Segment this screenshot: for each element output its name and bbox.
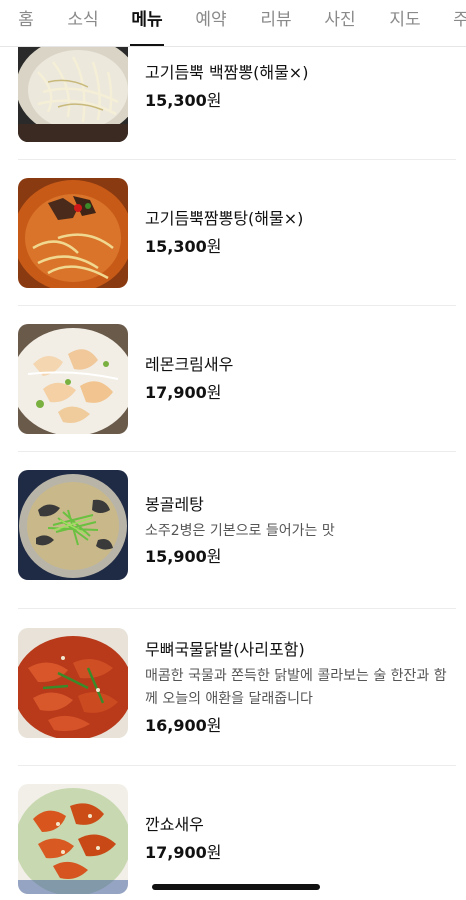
tab-news[interactable]: 소식	[66, 8, 100, 46]
menu-list: 고기듬뿍 백짬뽕(해물×) 15,300원 고기듬뿍짬뽕탕(해물×) 15,30…	[0, 0, 466, 900]
menu-description: 매콤한 국물과 쫀득한 닭발에 콜라보는 술 한잔과 함께 오늘의 애환을 달래…	[145, 668, 447, 707]
menu-name: 고기듬뿍 백짬뽕(해물×)	[145, 63, 309, 82]
menu-item-kkanshow-shrimp[interactable]: 깐쇼새우 17,900원	[0, 766, 466, 900]
tab-map[interactable]: 지도	[388, 8, 422, 46]
tab-nearby[interactable]: 주	[452, 8, 466, 46]
menu-price: 15,300원	[145, 236, 221, 258]
menu-name: 무뼈국물닭발(사리포함)	[145, 640, 305, 659]
tab-review[interactable]: 리뷰	[259, 8, 293, 46]
menu-price-value: 17,900	[145, 843, 207, 862]
menu-item-lemon-cream-shrimp[interactable]: 레몬크림새우 17,900원	[0, 306, 466, 452]
menu-price-value: 15,900	[145, 547, 207, 566]
tab-home[interactable]: 홈	[17, 8, 35, 46]
menu-photo-jjamppong-tang	[18, 178, 128, 288]
menu-price-value: 17,900	[145, 383, 207, 402]
menu-price-value: 16,900	[145, 716, 207, 735]
menu-page: 고기듬뿍 백짬뽕(해물×) 15,300원 고기듬뿍짬뽕탕(해물×) 15,30…	[0, 0, 466, 900]
menu-name: 봉골레탕	[145, 495, 204, 514]
tab-reservation[interactable]: 예약	[194, 8, 228, 46]
menu-name: 깐쇼새우	[145, 815, 204, 834]
menu-price-unit: 원	[206, 843, 222, 862]
menu-price-unit: 원	[206, 383, 222, 402]
menu-price: 16,900원	[145, 715, 221, 737]
menu-item-boneless-chicken-feet[interactable]: 무뼈국물닭발(사리포함) 매콤한 국물과 쫀득한 닭발에 콜라보는 술 한잔과 …	[0, 609, 466, 766]
menu-price: 15,900원	[145, 546, 221, 568]
menu-price: 17,900원	[145, 382, 221, 404]
menu-price-unit: 원	[206, 547, 222, 566]
menu-price-value: 15,300	[145, 237, 207, 256]
menu-price-value: 15,300	[145, 91, 207, 110]
menu-item-vongole-tang[interactable]: 봉골레탕 소주2병은 기본으로 들어가는 맛 15,900원	[0, 452, 466, 609]
tab-photos[interactable]: 사진	[323, 8, 357, 46]
menu-photo-vongole-tang	[18, 470, 128, 580]
menu-price-unit: 원	[206, 237, 222, 256]
menu-price-unit: 원	[206, 91, 222, 110]
menu-photo-lemon-cream-shrimp	[18, 324, 128, 434]
menu-item-jjamppong-tang[interactable]: 고기듬뿍짬뽕탕(해물×) 15,300원	[0, 160, 466, 306]
menu-description: 소주2병은 기본으로 들어가는 맛	[145, 523, 335, 539]
menu-photo-boneless-chicken-feet	[18, 628, 128, 738]
menu-name: 고기듬뿍짬뽕탕(해물×)	[145, 209, 304, 228]
menu-price: 15,300원	[145, 90, 221, 112]
menu-name: 레몬크림새우	[145, 355, 234, 374]
home-indicator	[152, 884, 320, 890]
menu-price-unit: 원	[206, 716, 222, 735]
menu-price: 17,900원	[145, 842, 221, 864]
menu-photo-kkanshow-shrimp	[18, 784, 128, 894]
menu-photo-baek-jjamppong	[18, 32, 128, 142]
tab-bar: 홈 소식 메뉴 예약 리뷰 사진 지도 주	[0, 0, 466, 47]
tab-menu[interactable]: 메뉴	[130, 8, 164, 46]
